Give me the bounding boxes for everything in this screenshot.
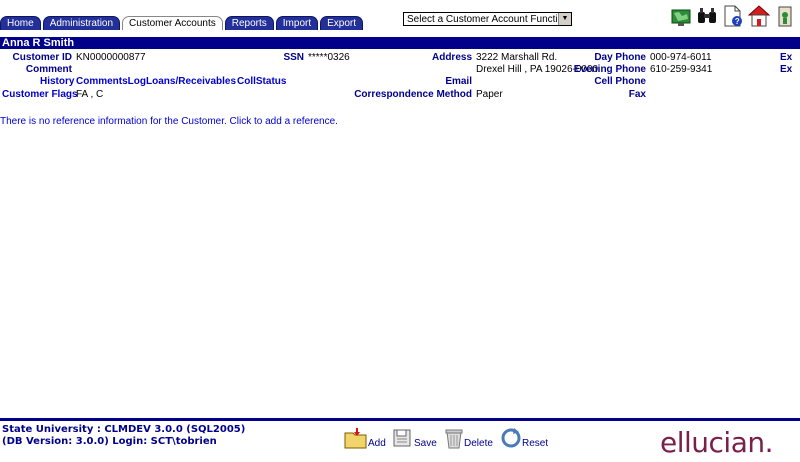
ssn-value: *****0326 bbox=[308, 52, 350, 63]
tab-home[interactable]: Home bbox=[0, 16, 41, 30]
tab-export[interactable]: Export bbox=[320, 16, 364, 30]
ssn-label: SSN bbox=[283, 52, 304, 63]
tab-administration[interactable]: Administration bbox=[42, 16, 121, 30]
loans-receivables-link[interactable]: Loans/Receivables bbox=[146, 76, 236, 87]
customer-flags-label[interactable]: Customer Flags bbox=[2, 89, 78, 100]
correspondence-method-label: Correspondence Method bbox=[354, 89, 472, 100]
footer-bar: State University : CLMDEV 3.0.0 (SQL2005… bbox=[0, 418, 800, 462]
tab-customer-accounts[interactable]: Customer Accounts bbox=[122, 16, 223, 30]
add-label: Add bbox=[368, 438, 386, 449]
trash-icon bbox=[445, 429, 463, 449]
map-icon[interactable] bbox=[670, 4, 692, 28]
ellucian-logo: ellucian. bbox=[660, 426, 774, 459]
delete-button[interactable]: Delete bbox=[444, 427, 493, 449]
status-line-login: (DB Version: 3.0.0) Login: SCT\tobrien bbox=[2, 436, 217, 447]
address-label: Address bbox=[431, 52, 472, 63]
history-link[interactable]: History bbox=[40, 76, 74, 87]
ext-label-1: Ex bbox=[780, 52, 793, 63]
function-select-value: Select a Customer Account Function bbox=[407, 14, 569, 25]
reset-button[interactable]: Reset bbox=[500, 427, 548, 449]
customer-account-function-select[interactable]: Select a Customer Account Function ▼ bbox=[403, 12, 572, 26]
chevron-down-icon: ▼ bbox=[558, 13, 571, 25]
correspondence-method-value: Paper bbox=[476, 89, 503, 100]
save-icon bbox=[393, 429, 411, 447]
system-status: State University : CLMDEV 3.0.0 (SQL2005… bbox=[2, 424, 245, 448]
fax-label: Fax bbox=[628, 89, 646, 100]
customer-id-value: KN0000000877 bbox=[76, 52, 146, 63]
comments-log-link[interactable]: CommentsLog bbox=[76, 76, 146, 87]
add-folder-icon bbox=[344, 428, 367, 449]
reset-label: Reset bbox=[522, 438, 549, 449]
email-label: Email bbox=[445, 76, 472, 87]
day-phone-value: 000-974-6011 bbox=[650, 52, 712, 63]
save-button[interactable]: Save bbox=[392, 427, 437, 449]
help-document-icon[interactable]: ? bbox=[722, 4, 744, 28]
home-icon[interactable] bbox=[748, 4, 770, 28]
ext-label-2: Ex bbox=[780, 64, 793, 75]
no-reference-message[interactable]: There is no reference information for th… bbox=[0, 116, 338, 127]
tab-reports[interactable]: Reports bbox=[224, 16, 274, 30]
status-line-server: State University : CLMDEV 3.0.0 (SQL2005… bbox=[2, 424, 246, 435]
customer-name-bar: Anna R Smith bbox=[0, 37, 800, 49]
binoculars-icon[interactable] bbox=[696, 4, 718, 28]
customer-id-label: Customer ID bbox=[12, 52, 72, 63]
svg-text:?: ? bbox=[735, 17, 740, 26]
add-button[interactable]: Add bbox=[344, 427, 386, 449]
cell-phone-label: Cell Phone bbox=[594, 76, 646, 87]
save-label: Save bbox=[414, 438, 437, 449]
address-line1: 3222 Marshall Rd. bbox=[476, 52, 558, 63]
customer-flags-value: FA , C bbox=[76, 89, 104, 100]
comment-label: Comment bbox=[25, 64, 72, 75]
day-phone-label: Day Phone bbox=[594, 52, 646, 63]
main-tabs: Home Administration Customer Accounts Re… bbox=[0, 16, 365, 30]
top-bar: Home Administration Customer Accounts Re… bbox=[0, 0, 800, 34]
coll-status-link[interactable]: CollStatus bbox=[237, 76, 286, 87]
reset-icon bbox=[501, 428, 521, 448]
tab-import[interactable]: Import bbox=[275, 16, 319, 30]
exit-icon[interactable] bbox=[774, 4, 796, 28]
toolbar-icons: ? bbox=[670, 4, 796, 28]
evening-phone-value: 610-259-9341 bbox=[650, 64, 713, 75]
delete-label: Delete bbox=[464, 438, 493, 449]
evening-phone-label: Evening Phone bbox=[573, 64, 646, 75]
